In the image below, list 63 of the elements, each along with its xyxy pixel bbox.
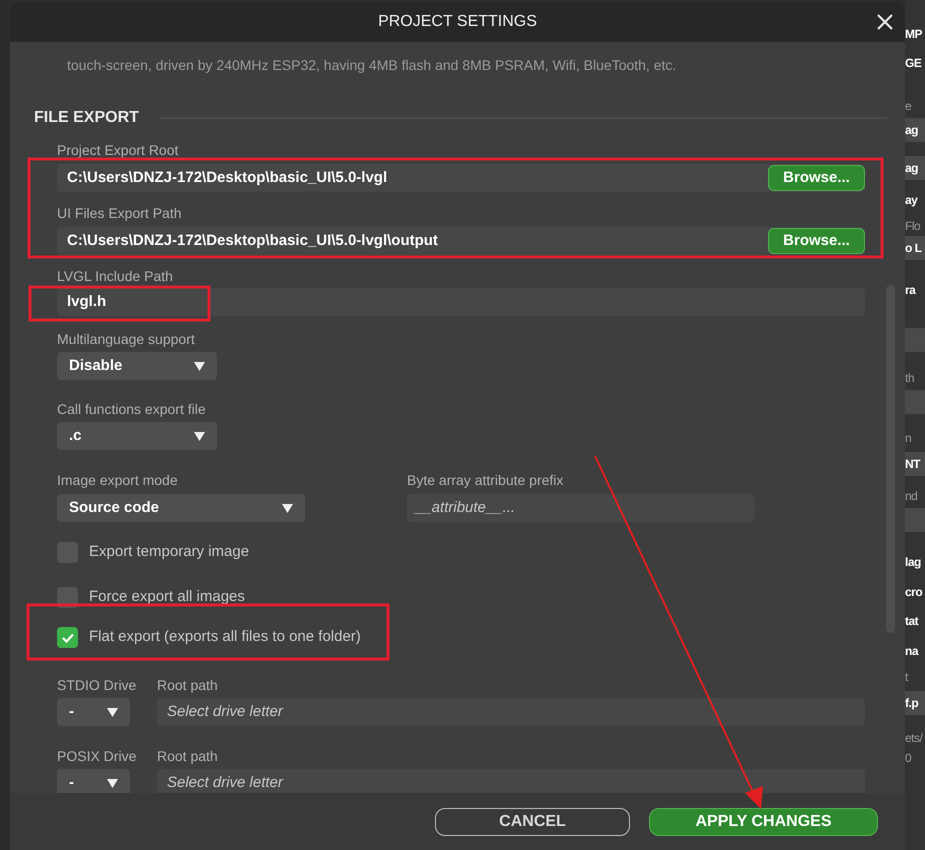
- caret-icon: [194, 432, 205, 440]
- field-label: Call functions export file: [57, 400, 206, 418]
- text-fragment: f.p: [905, 691, 925, 715]
- text-fragment: Flo: [905, 218, 922, 235]
- checkbox[interactable]: [57, 627, 78, 648]
- apply-button[interactable]: APPLY CHANGES: [649, 808, 878, 836]
- dropdown[interactable]: -: [57, 769, 130, 793]
- section-title: FILE EXPORT: [34, 108, 139, 128]
- description: touch-screen, driven by 240MHz ESP32, having 4MB flash and 8MB PSRAM, Wifi, BlueTooth, etc.: [67, 56, 678, 74]
- text-fragment: n: [905, 430, 912, 447]
- text-fragment: ag: [905, 156, 925, 180]
- text-fragment: ra: [905, 282, 917, 299]
- text-fragment: MP: [905, 26, 923, 43]
- field-label: Multilanguage support: [57, 330, 195, 348]
- browse-button[interactable]: Browse...: [768, 165, 865, 191]
- field-label: UI Files Export Path: [57, 204, 182, 222]
- field-label: LVGL Include Path: [57, 267, 173, 285]
- text-fragment: lag: [905, 554, 922, 571]
- window-title: PROJECT SETTINGS: [378, 12, 537, 32]
- path-field[interactable]: C:\Users\DNZJ-172\Desktop\basic_UI\5.0-lvgl\output Browse...: [57, 227, 865, 255]
- dropdown[interactable]: -: [57, 698, 130, 726]
- field-label: Root path: [157, 747, 218, 765]
- text-fragment: th: [905, 370, 916, 387]
- text-fragment: 0: [905, 750, 912, 767]
- dropdown[interactable]: Source code: [57, 494, 305, 522]
- text-field[interactable]: lvgl.h: [57, 288, 865, 316]
- checkbox-label: Force export all images: [89, 587, 245, 608]
- text-fragment: o L: [905, 236, 925, 260]
- dropdown[interactable]: .c: [57, 422, 217, 450]
- close-button[interactable]: [875, 12, 895, 32]
- root-path-field[interactable]: Select drive letter: [157, 698, 865, 726]
- text-fragment: e: [905, 98, 912, 115]
- text-fragment: nd: [905, 488, 918, 505]
- text-fragment: t: [905, 669, 910, 686]
- text-fragment: cro: [905, 584, 924, 601]
- browse-button[interactable]: Browse...: [768, 228, 865, 254]
- cancel-button[interactable]: CANCEL: [435, 808, 630, 836]
- field-label: Root path: [157, 676, 218, 694]
- text-fragment: tat: [905, 613, 920, 630]
- field-label: POSIX Drive: [57, 747, 136, 765]
- prefix-field[interactable]: __attribute__...: [407, 494, 755, 522]
- checkbox[interactable]: [57, 542, 78, 563]
- checkbox-label: Flat export (exports all files to one folder): [89, 627, 361, 648]
- check-icon: [62, 632, 74, 642]
- field-label: Project Export Root: [57, 141, 178, 159]
- caret-icon: [282, 504, 293, 512]
- caret-icon: [107, 708, 118, 716]
- checkbox-label: Export temporary image: [89, 542, 250, 562]
- text-fragment: NT: [905, 452, 925, 476]
- path-field[interactable]: C:\Users\DNZJ-172\Desktop\basic_UI\5.0-lvgl Browse...: [57, 164, 865, 192]
- text-fragment: ets/: [905, 730, 924, 747]
- field-label: Byte array attribute prefix: [407, 471, 564, 489]
- text-fragment: ay: [905, 192, 919, 209]
- root-path-field[interactable]: Select drive letter: [157, 769, 865, 793]
- close-icon: [877, 14, 893, 30]
- field-label: STDIO Drive: [57, 676, 136, 694]
- text-fragment: ag: [905, 118, 925, 142]
- field-label: Image export mode: [57, 471, 178, 489]
- caret-icon: [194, 362, 205, 370]
- text-fragment: na: [905, 643, 920, 660]
- text-fragment: GE: [905, 55, 922, 72]
- caret-icon: [107, 778, 118, 788]
- dropdown[interactable]: Disable: [57, 352, 217, 380]
